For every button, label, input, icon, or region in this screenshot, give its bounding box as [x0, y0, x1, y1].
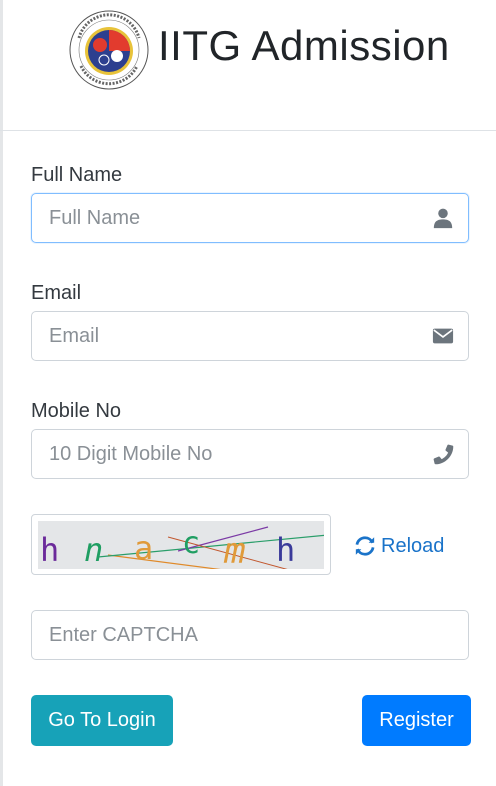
mobile-input[interactable]	[32, 430, 422, 478]
page-header: IITG Admission	[0, 0, 496, 131]
full-name-field[interactable]	[31, 193, 469, 243]
mobile-label: Mobile No	[31, 400, 122, 422]
full-name-input[interactable]	[32, 194, 422, 242]
svg-text:h: h	[40, 531, 59, 569]
captcha-field[interactable]	[31, 610, 469, 660]
user-icon	[433, 208, 453, 229]
svg-text:m: m	[223, 531, 246, 569]
envelope-icon	[432, 328, 454, 344]
full-name-label: Full Name	[31, 164, 123, 186]
captcha-box: h n a c m h	[31, 514, 331, 575]
page-title: IITG Admission	[158, 22, 450, 69]
svg-text:h: h	[276, 531, 295, 569]
reload-captcha-button[interactable]: Reload	[354, 532, 444, 560]
svg-text:a: a	[134, 529, 153, 567]
svg-text:c: c	[182, 526, 200, 561]
svg-text:n: n	[84, 531, 103, 569]
phone-icon	[433, 444, 454, 465]
email-label: Email	[31, 282, 82, 304]
refresh-icon	[355, 536, 375, 556]
email-field[interactable]	[31, 311, 469, 361]
captcha-input[interactable]	[32, 611, 422, 659]
go-to-login-button[interactable]: Go To Login	[31, 695, 173, 746]
captcha-image: h n a c m h	[38, 521, 324, 569]
email-input[interactable]	[32, 312, 422, 360]
iitg-logo-icon	[69, 10, 149, 90]
mobile-field[interactable]	[31, 429, 469, 479]
reload-label: Reload	[381, 534, 445, 557]
register-button[interactable]: Register	[362, 695, 471, 746]
